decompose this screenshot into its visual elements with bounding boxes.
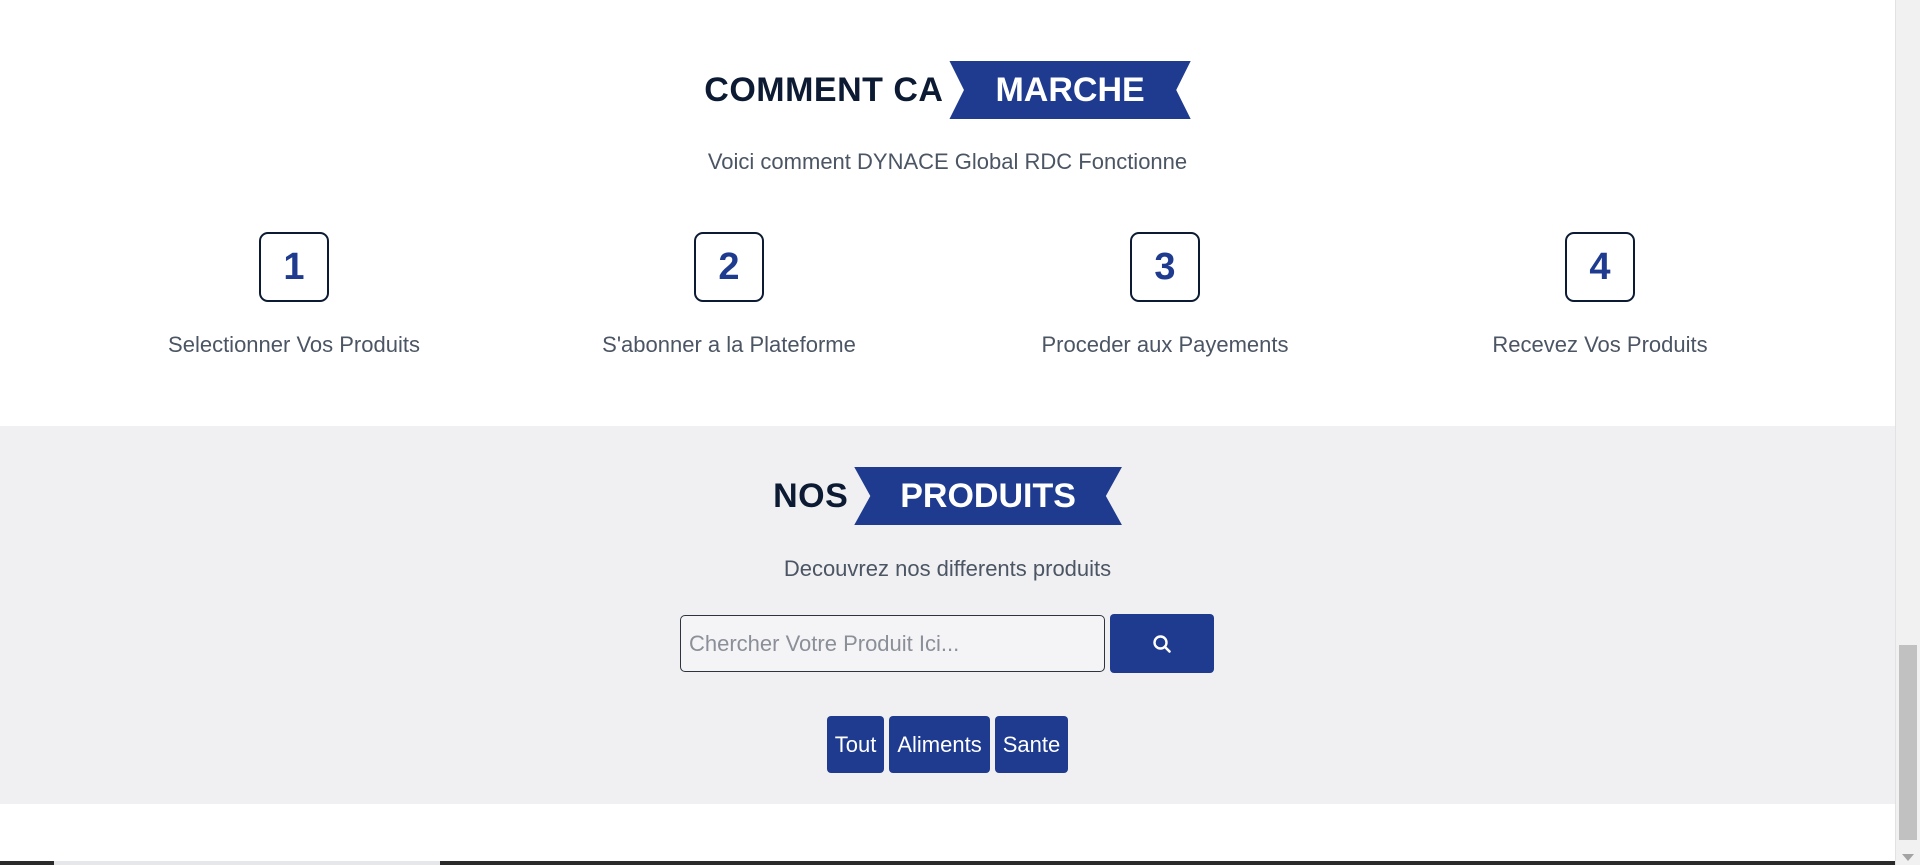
filter-aliments-button[interactable]: Aliments [889, 716, 990, 773]
scrollbar-thumb[interactable] [1899, 645, 1917, 840]
step-label: S'abonner a la Plateforme [602, 332, 856, 357]
search-button[interactable] [1110, 614, 1214, 673]
products-section: NOS PRODUITS Decouvrez nos differents pr… [0, 426, 1895, 804]
product-search-input[interactable] [680, 615, 1105, 672]
products-subtitle: Decouvrez nos differents produits [783, 556, 1112, 581]
step-number-badge: 1 [259, 232, 329, 302]
step-label: Recevez Vos Produits [1492, 332, 1708, 357]
footer-edge-highlight [54, 861, 440, 865]
step-number-badge: 3 [1130, 232, 1200, 302]
how-it-works-title: COMMENT CA MARCHE [0, 61, 1895, 119]
step-label: Proceder aux Payements [1041, 332, 1289, 357]
step-3: 3 Proceder aux Payements [947, 232, 1383, 358]
page: COMMENT CA MARCHE Voici comment DYNACE G… [0, 0, 1895, 865]
steps-row: 1 Selectionner Vos Produits 2 S'abonner … [0, 232, 1895, 382]
products-title: NOS PRODUITS [0, 467, 1895, 525]
category-filters: Tout Aliments Sante [0, 716, 1895, 773]
step-number-badge: 2 [694, 232, 764, 302]
title-plain-text: COMMENT CA [704, 70, 944, 109]
scroll-down-arrow-icon[interactable] [1902, 854, 1914, 861]
step-2: 2 S'abonner a la Plateforme [511, 232, 947, 358]
step-label: Selectionner Vos Produits [168, 332, 420, 357]
section-spacer [0, 804, 1895, 865]
title-ribbon: MARCHE [949, 61, 1191, 119]
how-it-works-section: COMMENT CA MARCHE Voici comment DYNACE G… [0, 6, 1895, 426]
filter-sante-button[interactable]: Sante [994, 716, 1069, 773]
search-icon [1153, 634, 1171, 653]
page-scrollbar[interactable] [1895, 0, 1920, 865]
step-number-badge: 4 [1565, 232, 1635, 302]
how-it-works-subtitle: Voici comment DYNACE Global RDC Fonction… [707, 149, 1188, 174]
title-ribbon: PRODUITS [854, 467, 1122, 525]
title-plain-text: NOS [773, 476, 849, 515]
product-search-form [680, 614, 1214, 673]
footer-edge [0, 861, 1895, 865]
step-1: 1 Selectionner Vos Produits [76, 232, 512, 358]
step-4: 4 Recevez Vos Produits [1382, 232, 1818, 358]
filter-all-button[interactable]: Tout [826, 716, 885, 773]
